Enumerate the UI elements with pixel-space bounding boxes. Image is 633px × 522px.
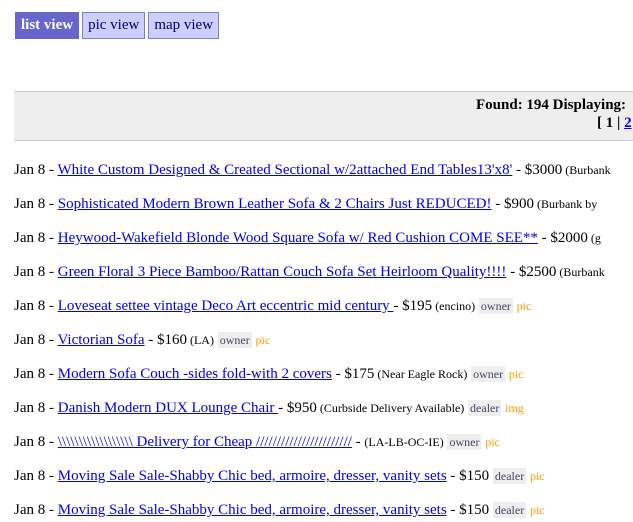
has-pic-indicator: pic: [255, 333, 271, 347]
listing-title-link[interactable]: Green Floral 3 Piece Bamboo/Rattan Couch…: [58, 264, 507, 280]
listing-row: Jan 8 - Victorian Sofa - $160 (LA) owner…: [14, 332, 271, 348]
listing-price: - $2500: [506, 264, 557, 280]
listing-row: Jan 8 - Sophisticated Modern Brown Leath…: [14, 196, 598, 212]
listing-row: Jan 8 - Modern Sofa Couch -sides fold-wi…: [14, 366, 524, 382]
listing-date: Jan 8: [14, 162, 46, 178]
listing-row: Jan 8 - Moving Sale Sale-Shabby Chic bed…: [14, 468, 545, 484]
seller-type-badge: dealer: [492, 502, 527, 518]
listing-price: -: [351, 434, 365, 450]
listing-title-link[interactable]: Sophisticated Modern Brown Leather Sofa …: [58, 196, 492, 212]
listing-date: Jan 8: [14, 332, 46, 348]
seller-type-badge: owner: [478, 298, 513, 314]
listing-price: - $900: [491, 196, 534, 212]
listing-location: (Burbank: [562, 163, 611, 177]
listing-location: (Burbank: [556, 265, 605, 279]
listing-price: - $150: [446, 502, 490, 518]
listing-list: Jan 8 - White Custom Designed & Created …: [14, 160, 633, 522]
listing-location: (Near Eagle Rock): [374, 367, 468, 381]
listing-row: Jan 8 - \\\\\\\\\\\\\\\\\\ Delivery for …: [14, 434, 500, 450]
seller-type-badge: dealer: [492, 468, 527, 484]
list-view-tab[interactable]: list view: [15, 12, 80, 39]
seller-type-badge: owner: [471, 366, 506, 382]
pagination-separator: |: [613, 115, 625, 131]
listing-row: Jan 8 - Heywood-Wakefield Blonde Wood Sq…: [14, 230, 601, 246]
listing-title-link[interactable]: Moving Sale Sale-Shabby Chic bed, armoir…: [58, 502, 447, 518]
view-mode-tabs: list view pic view map view: [15, 12, 220, 39]
listing-price: - $950: [278, 400, 317, 416]
seller-type-badge: dealer: [468, 400, 502, 416]
listing-location: (LA): [186, 333, 214, 347]
listing-title-link[interactable]: \\\\\\\\\\\\\\\\\\ Delivery for Cheap //…: [58, 434, 352, 450]
pic-view-tab[interactable]: pic view: [82, 12, 146, 39]
listing-date: Jan 8: [14, 502, 46, 518]
listing-date: Jan 8: [14, 298, 46, 314]
has-img-indicator: img: [505, 401, 524, 415]
listing-date: Jan 8: [14, 400, 46, 416]
listing-date: Jan 8: [14, 264, 46, 280]
listing-row: Jan 8 - Green Floral 3 Piece Bamboo/Ratt…: [14, 264, 605, 280]
craigslist-results-page: list view pic view map view Found: 194 D…: [0, 0, 633, 522]
listing-price: - $3000: [512, 162, 563, 178]
listing-title-link[interactable]: Moving Sale Sale-Shabby Chic bed, armoir…: [58, 468, 447, 484]
listing-location: (Burbank by: [533, 197, 598, 211]
page-2-link[interactable]: 2: [624, 115, 632, 131]
listing-price: - $160: [144, 332, 187, 348]
listing-date: Jan 8: [14, 366, 46, 382]
listing-price: - $195: [393, 298, 433, 314]
pagination: [ 1 | 2 ]: [597, 115, 633, 132]
has-pic-indicator: pic: [529, 503, 545, 517]
has-pic-indicator: pic: [485, 435, 500, 449]
listing-title-link[interactable]: Heywood-Wakefield Blonde Wood Square Sof…: [58, 230, 538, 246]
listing-row: Jan 8 - Danish Modern DUX Lounge Chair -…: [14, 400, 524, 416]
listing-title-link[interactable]: Loveseat settee vintage Deco Art eccentr…: [58, 298, 394, 314]
has-pic-indicator: pic: [516, 299, 532, 313]
listing-title-link[interactable]: Danish Modern DUX Lounge Chair: [58, 400, 278, 416]
listing-price: - $2000: [537, 230, 588, 246]
listing-location: (Curbside Delivery Available): [316, 401, 465, 415]
listing-row: Jan 8 - Loveseat settee vintage Deco Art…: [14, 298, 532, 314]
has-pic-indicator: pic: [529, 469, 545, 483]
listing-date: Jan 8: [14, 230, 46, 246]
results-summary: Found: 194 Displaying:: [476, 97, 627, 113]
listing-price: - $175: [331, 366, 375, 382]
listing-title-link[interactable]: Modern Sofa Couch -sides fold-with 2 cov…: [58, 366, 332, 382]
listing-location: (g: [587, 231, 601, 245]
listing-location: (encino): [432, 299, 476, 313]
listing-title-link[interactable]: Victorian Sofa: [57, 332, 144, 348]
listing-row: Jan 8 - Moving Sale Sale-Shabby Chic bed…: [14, 502, 545, 518]
listing-row: Jan 8 - White Custom Designed & Created …: [14, 162, 611, 178]
seller-type-badge: owner: [447, 434, 482, 450]
map-view-tab[interactable]: map view: [148, 12, 220, 39]
listing-title-link[interactable]: White Custom Designed & Created Sectiona…: [57, 162, 512, 178]
results-bar: Found: 194 Displaying: [ 1 | 2 ]: [14, 91, 633, 141]
seller-type-badge: owner: [217, 332, 252, 348]
pagination-open: [: [597, 115, 606, 131]
listing-date: Jan 8: [14, 434, 46, 450]
listing-date: Jan 8: [14, 196, 46, 212]
has-pic-indicator: pic: [508, 367, 524, 381]
listing-location: (LA-LB-OC-IE): [364, 435, 444, 449]
listing-date: Jan 8: [14, 468, 46, 484]
listing-price: - $150: [446, 468, 490, 484]
